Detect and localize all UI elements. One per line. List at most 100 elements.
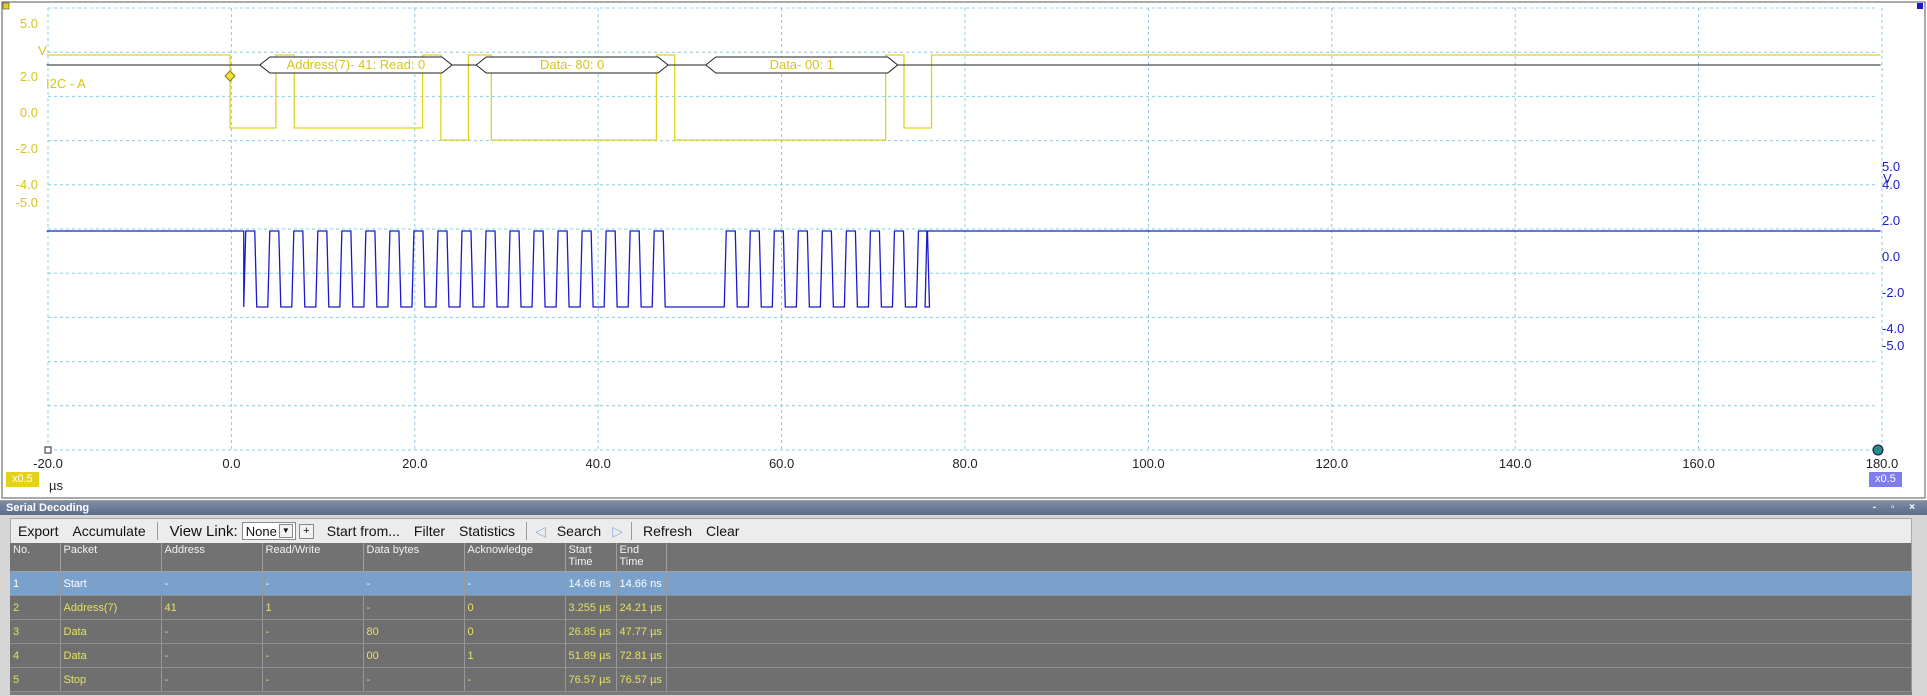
right-axis-tick: -4.0 (1882, 321, 1905, 336)
table-cell: - (363, 571, 465, 596)
decoding-table: No. Packet Address Read/Write Data bytes… (10, 543, 1912, 692)
table-cell: 14.66 ns (616, 571, 667, 596)
table-row[interactable]: 1 Start - - - -14.66 ns 14.66 ns (10, 571, 1912, 596)
left-axis-tick: -5.0 (15, 195, 38, 210)
table-cell: 5 (10, 667, 61, 692)
table-cell: - (262, 571, 364, 596)
refresh-button[interactable]: Refresh (636, 523, 699, 539)
table-cell: - (161, 667, 263, 692)
table-cell: - (363, 595, 465, 620)
table-cell: - (464, 571, 566, 596)
table-cell: - (363, 667, 465, 692)
panel-title: Serial Decoding (6, 502, 90, 514)
corner-marker-right[interactable] (1917, 3, 1923, 9)
table-cell: - (161, 571, 263, 596)
table-cell: 76.57 µs (565, 667, 617, 692)
corner-marker-left[interactable] (2, 2, 10, 10)
table-cell: 26.85 µs (565, 619, 617, 644)
view-link-value: None (245, 523, 277, 539)
column-header[interactable]: Data bytes (363, 543, 465, 572)
ruler-end-icon (1872, 444, 1884, 456)
decoding-toolbar: Export Accumulate View Link: None ▼ + St… (10, 518, 1912, 544)
x-axis-tick: 120.0 (1315, 456, 1349, 471)
x-axis-tick: 100.0 (1132, 456, 1165, 471)
column-header[interactable]: Start Time (565, 543, 617, 572)
left-axis-tick: -4.0 (15, 177, 38, 192)
table-cell: 00 (363, 643, 465, 668)
right-axis-tick: -2.0 (1882, 285, 1905, 300)
table-row[interactable]: 3 Data - -80 0 26.85 µs 47.77 µs (10, 619, 1912, 644)
filter-button[interactable]: Filter (407, 523, 452, 539)
table-row[interactable]: 4 Data - -00 1 51.89 µs 72.81 µs (10, 643, 1912, 668)
table-cell-filler (666, 643, 1912, 668)
table-row[interactable]: 5 Stop - - - -76.57 µs 76.57 µs (10, 667, 1912, 692)
table-cell: 3 (10, 619, 61, 644)
left-scale-box[interactable]: x0.5 (6, 472, 39, 487)
view-link-select[interactable]: None ▼ (241, 522, 296, 540)
serial-decoding-panel: Serial Decoding - ▫ × Export Accumulate … (0, 500, 1927, 696)
table-cell: Start (60, 571, 162, 596)
column-header-filler (666, 543, 1912, 572)
decode-channel-label: I2C - A (46, 76, 86, 91)
table-cell: 47.77 µs (616, 619, 667, 644)
column-header[interactable]: No. (10, 543, 61, 572)
decode-packet-label: Address(7)- 41: Read: 0 (287, 57, 426, 72)
chevron-down-icon[interactable]: ▼ (278, 524, 293, 538)
table-cell: 1 (10, 571, 61, 596)
view-link-label: View Link: (169, 522, 238, 540)
clear-button[interactable]: Clear (699, 523, 746, 539)
add-link-icon[interactable]: + (298, 523, 314, 539)
table-cell: 24.21 µs (616, 595, 667, 620)
toolbar-separator (156, 522, 158, 540)
right-axis-tick: 5.0 (1882, 159, 1901, 174)
scope-view: Address(7)- 41: Read: 0 Data- 80: 0 Data- … (0, 0, 1927, 500)
right-axis-tick: 0.0 (1882, 249, 1901, 264)
table-cell: - (464, 667, 566, 692)
x-axis-tick: 180.0 (1865, 456, 1899, 471)
table-cell-filler (666, 595, 1912, 620)
column-header[interactable]: Acknowledge (464, 543, 566, 572)
accumulate-button[interactable]: Accumulate (65, 523, 152, 539)
decode-packet-label: Data- 80: 0 (540, 57, 604, 72)
channel-b-trace (46, 230, 1881, 308)
toolbar-separator (526, 522, 528, 540)
left-axis-tick: 5.0 (19, 16, 38, 31)
statistics-button[interactable]: Statistics (452, 523, 522, 539)
right-axis-tick: -5.0 (1882, 338, 1905, 353)
export-button[interactable]: Export (11, 523, 65, 539)
x-axis-tick: 140.0 (1498, 456, 1532, 471)
table-cell: 0 (464, 595, 566, 620)
x-axis-tick: 20.0 (402, 456, 428, 471)
right-scale-box[interactable]: x0.5 (1869, 472, 1902, 487)
table-row[interactable]: 2 Address(7) 41 1-0 3.255 µs 24.21 µs (10, 595, 1912, 620)
table-cell: 80 (363, 619, 465, 644)
waveform-plot: Address(7)- 41: Read: 0 Data- 80: 0 Data- … (1, 1, 1926, 499)
search-button[interactable]: Search (550, 523, 608, 539)
search-next-icon[interactable]: ▷ (608, 523, 627, 540)
decoding-table-container[interactable]: No. Packet Address Read/Write Data bytes… (10, 543, 1912, 695)
table-cell: 2 (10, 595, 61, 620)
window-controls[interactable]: - ▫ × (1873, 501, 1921, 515)
column-header[interactable]: End Time (616, 543, 667, 572)
table-cell-filler (666, 571, 1912, 596)
table-cell: - (262, 643, 364, 668)
x-axis-tick: 80.0 (952, 456, 978, 471)
table-cell: - (161, 619, 263, 644)
x-axis-tick: 160.0 (1682, 456, 1715, 471)
table-header-row: No. Packet Address Read/Write Data bytes… (10, 543, 1912, 572)
ruler-start-icon (44, 446, 52, 454)
search-previous-icon[interactable]: ◁ (531, 523, 550, 540)
table-cell: 1 (262, 595, 364, 620)
column-header[interactable]: Packet (60, 543, 162, 572)
trigger-marker-icon (224, 70, 236, 82)
table-cell: 4 (10, 643, 61, 668)
start-from-button[interactable]: Start from... (320, 523, 407, 539)
toolbar-separator (630, 522, 632, 540)
table-cell: 41 (161, 595, 263, 620)
left-axis-tick: -2.0 (15, 141, 38, 156)
right-axis-tick: 4.0 (1882, 177, 1901, 192)
x-axis-tick: 60.0 (768, 456, 795, 471)
right-axis-tick: 2.0 (1882, 213, 1901, 228)
column-header[interactable]: Address (161, 543, 263, 572)
column-header[interactable]: Read/Write (262, 543, 364, 572)
